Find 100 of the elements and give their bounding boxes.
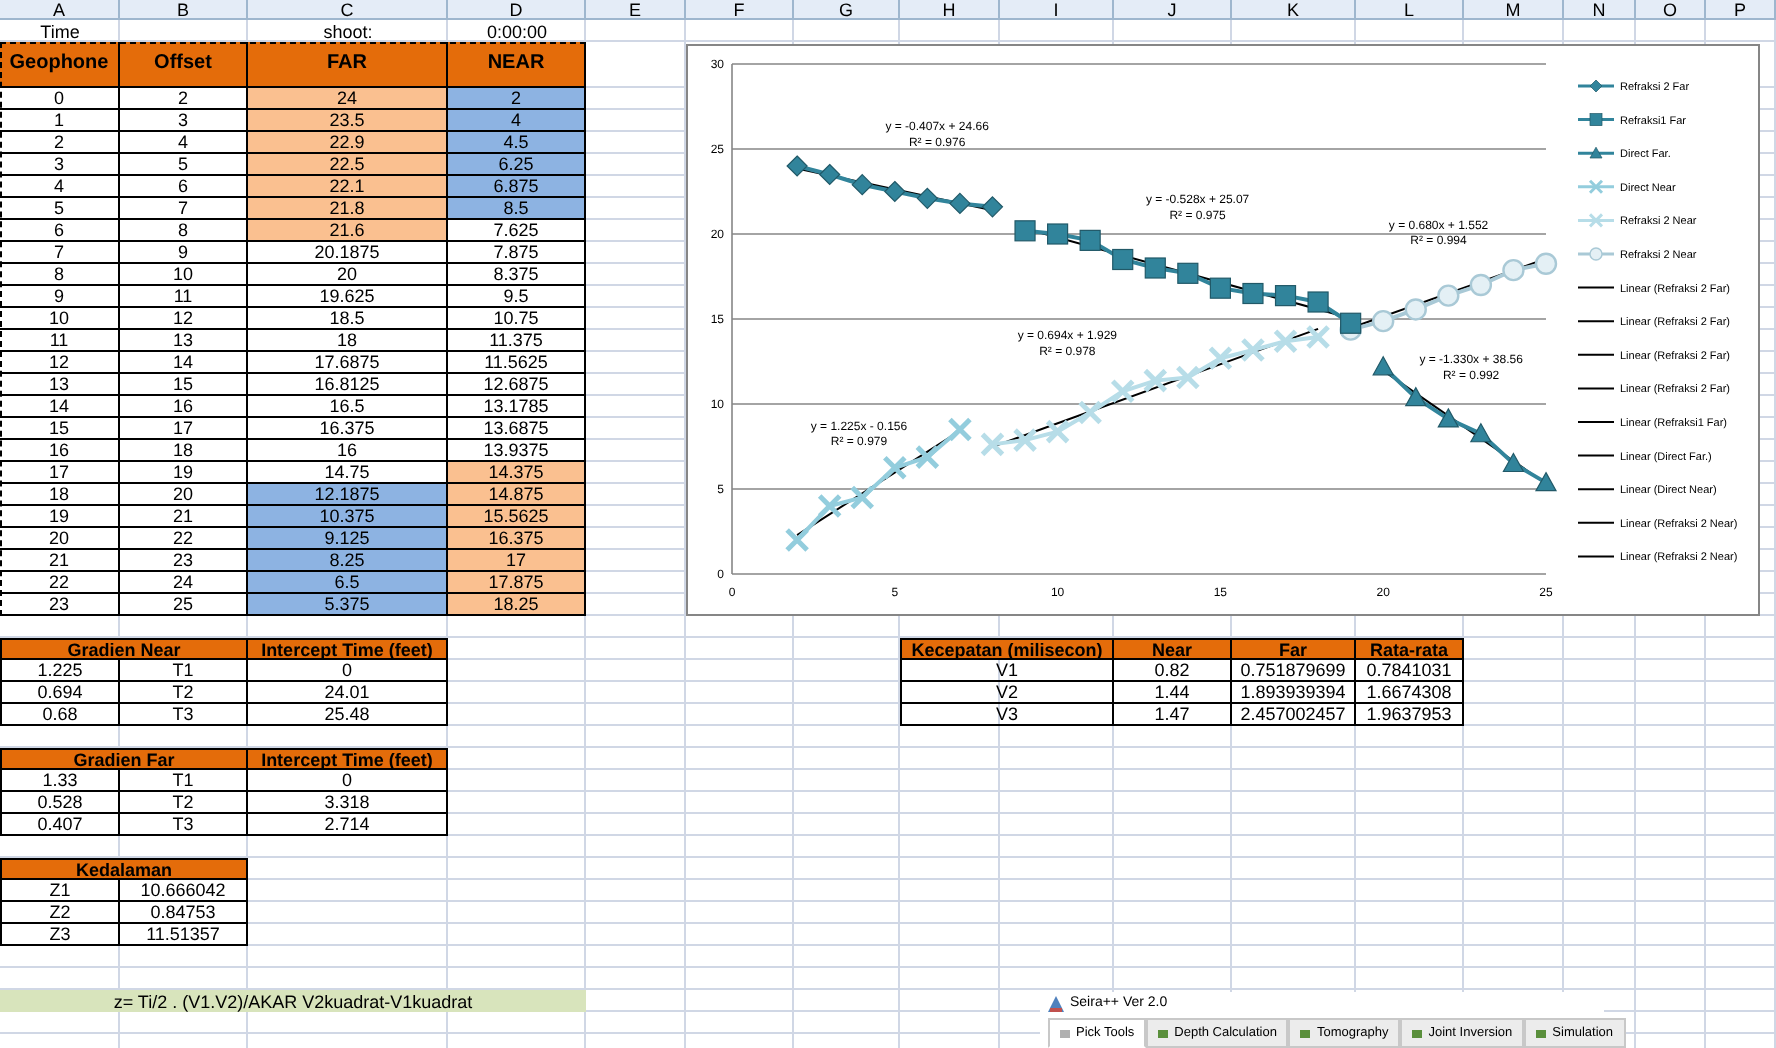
table-cell: 8.25	[248, 550, 448, 572]
table-cell: 12	[120, 308, 248, 330]
table-cell: Z3	[0, 924, 120, 946]
table-cell: 24	[120, 572, 248, 594]
table-cell: 7.625	[448, 220, 586, 242]
column-header: E	[586, 0, 686, 20]
table-cell: 16	[0, 440, 120, 462]
table-cell: 22.9	[248, 132, 448, 154]
column-header: J	[1114, 0, 1232, 20]
table-cell: 18.5	[248, 308, 448, 330]
table-cell: 24	[248, 88, 448, 110]
column-header: K	[1232, 0, 1356, 20]
column-header: Kedalaman	[0, 858, 248, 880]
table-cell: 6	[120, 176, 248, 198]
table-cell: 10	[120, 264, 248, 286]
table-cell: T2	[120, 792, 248, 814]
table-cell: 21	[0, 550, 120, 572]
table-cell: 20.1875	[248, 242, 448, 264]
column-header: Gradien Near	[0, 638, 248, 660]
table-cell: 23.5	[248, 110, 448, 132]
table-cell: 19	[0, 506, 120, 528]
table-cell: 9	[0, 286, 120, 308]
table-cell: T1	[120, 770, 248, 792]
table-cell: 6	[0, 220, 120, 242]
table-cell: 20	[248, 264, 448, 286]
table-cell: 11.375	[448, 330, 586, 352]
table-cell: 12.1875	[248, 484, 448, 506]
column-header: Gradien Far	[0, 748, 248, 770]
table-cell: 4	[0, 176, 120, 198]
table-cell: 13	[120, 330, 248, 352]
table-cell: 2	[448, 88, 586, 110]
table-cell: T1	[120, 660, 248, 682]
table-cell: 8	[120, 220, 248, 242]
column-header: P	[1706, 0, 1776, 20]
table-cell: 16.8125	[248, 374, 448, 396]
table-cell: 21.6	[248, 220, 448, 242]
table-cell: 3	[120, 110, 248, 132]
table-cell: 0.528	[0, 792, 120, 814]
table-cell: 23	[0, 594, 120, 616]
column-header: L	[1356, 0, 1464, 20]
table-cell: 12	[0, 352, 120, 374]
table-cell: 1.9637953	[1356, 704, 1464, 726]
table-cell: 2	[120, 88, 248, 110]
shoot-time: 0:00:00	[484, 20, 550, 42]
table-cell: 8.5	[448, 198, 586, 220]
table-cell: 9.5	[448, 286, 586, 308]
table-cell: 18	[248, 330, 448, 352]
table-cell: 19	[120, 462, 248, 484]
table-cell: 21.8	[248, 198, 448, 220]
table-cell: 22.5	[248, 154, 448, 176]
table-cell: 1.893939394	[1232, 682, 1356, 704]
table-cell: 11	[0, 330, 120, 352]
table-cell: 0	[248, 660, 448, 682]
column-header: I	[1000, 0, 1114, 20]
table-cell: 14.875	[448, 484, 586, 506]
table-cell: 5	[120, 154, 248, 176]
column-header: Far	[1232, 638, 1356, 660]
table-cell: 7	[0, 242, 120, 264]
time-label: Time	[38, 20, 82, 42]
table-cell: 1.6674308	[1356, 682, 1464, 704]
table-cell: V2	[900, 682, 1114, 704]
table-cell: 24.01	[248, 682, 448, 704]
column-header: D	[448, 0, 586, 20]
table-cell: 5.375	[248, 594, 448, 616]
column-header: Geophone	[0, 42, 120, 88]
table-cell: 1.44	[1114, 682, 1232, 704]
table-cell: 17.6875	[248, 352, 448, 374]
column-header: Rata-rata	[1356, 638, 1464, 660]
table-cell: 13.1785	[448, 396, 586, 418]
table-cell: 17	[0, 462, 120, 484]
table-cell: Z2	[0, 902, 120, 924]
table-cell: 25.48	[248, 704, 448, 726]
table-cell: 12.6875	[448, 374, 586, 396]
table-cell: 2	[0, 132, 120, 154]
table-cell: 11.51357	[120, 924, 248, 946]
table-cell: 16	[120, 396, 248, 418]
column-header: Offset	[120, 42, 248, 88]
table-cell: T2	[120, 682, 248, 704]
table-cell: 18	[120, 440, 248, 462]
table-cell: 16	[248, 440, 448, 462]
table-cell: 4	[448, 110, 586, 132]
table-cell: 14.375	[448, 462, 586, 484]
table-cell: 13.6875	[448, 418, 586, 440]
table-cell: T3	[120, 704, 248, 726]
table-cell: T3	[120, 814, 248, 836]
shoot-label: shoot:	[321, 20, 375, 42]
table-cell: 7.875	[448, 242, 586, 264]
table-cell: 1.47	[1114, 704, 1232, 726]
table-cell: 13.9375	[448, 440, 586, 462]
column-header: FAR	[248, 42, 448, 88]
column-header: Kecepatan (milisecon)	[900, 638, 1114, 660]
table-cell: 0.84753	[120, 902, 248, 924]
table-cell: 4.5	[448, 132, 586, 154]
column-header: B	[120, 0, 248, 20]
table-cell: 13	[0, 374, 120, 396]
column-header: H	[900, 0, 1000, 20]
table-cell: 1.33	[0, 770, 120, 792]
table-cell: 3	[0, 154, 120, 176]
table-cell: 16.375	[248, 418, 448, 440]
table-cell: 18.25	[448, 594, 586, 616]
